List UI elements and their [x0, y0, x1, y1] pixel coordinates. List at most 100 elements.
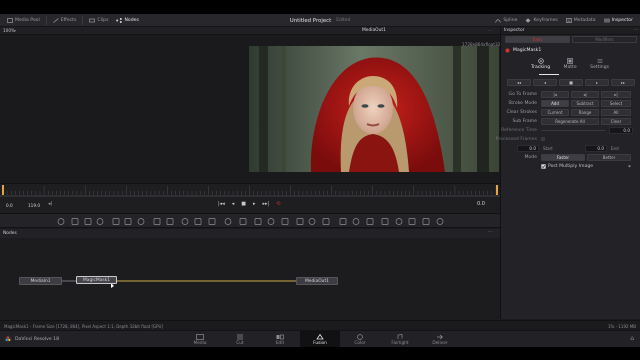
expand-icon[interactable]	[627, 164, 632, 169]
end-frame-field[interactable]: 119.0	[28, 202, 46, 209]
timeline-ruler[interactable]	[0, 183, 500, 195]
clear-sub-frame-button[interactable]: Clear	[601, 117, 631, 125]
fusion-tool-icon[interactable]	[296, 218, 304, 225]
play-reverse-icon[interactable]: ◂	[232, 201, 235, 207]
fusion-tool-icon[interactable]	[436, 218, 444, 225]
track-forward-end-button[interactable]: ▸▸	[611, 79, 635, 86]
play-icon[interactable]: ▸	[253, 201, 256, 207]
mode-better-button[interactable]: Better	[587, 153, 631, 161]
fusion-tool-icon[interactable]	[194, 218, 202, 225]
stroke-mode-select-button[interactable]: Select	[601, 99, 631, 107]
fusion-tool-icon[interactable]	[208, 218, 216, 225]
go-to-last-button[interactable]: ▸|	[601, 90, 631, 98]
fusion-tool-icon[interactable]	[239, 218, 247, 225]
nodes-options-icon[interactable]: ⋯	[488, 230, 493, 235]
reference-time-slider[interactable]	[541, 129, 605, 131]
tab-tools[interactable]: Tools	[505, 36, 570, 43]
fusion-tool-icon[interactable]	[166, 218, 174, 225]
premultiply-checkbox[interactable]	[541, 163, 546, 169]
regenerate-all-button[interactable]: Regenerate All	[541, 117, 599, 125]
fusion-tool-icon[interactable]	[422, 218, 430, 225]
out-point-marker[interactable]	[496, 185, 498, 195]
mode-faster-button[interactable]: Faster	[541, 153, 585, 161]
fusion-tool-icon[interactable]	[224, 218, 232, 225]
clips-button[interactable]: Clips	[85, 14, 112, 27]
clear-range-button[interactable]: Range	[571, 108, 599, 116]
viewer-image[interactable]	[249, 46, 499, 172]
fusion-tool-icon[interactable]	[181, 218, 189, 225]
fusion-tool-icon[interactable]	[137, 218, 145, 225]
fusion-tool-icon[interactable]	[153, 218, 161, 225]
fusion-tool-icon[interactable]	[112, 218, 120, 225]
spline-button[interactable]: Spline	[491, 14, 521, 27]
end-field[interactable]: 0.0	[585, 144, 607, 152]
stroke-mode-subtract-button[interactable]: Subtract	[571, 99, 599, 107]
node-media-in[interactable]: MediaIn1	[19, 277, 62, 285]
fusion-tool-icon[interactable]	[395, 218, 403, 225]
subtab-settings-label: Settings	[590, 65, 609, 70]
page-fusion[interactable]: Fusion	[300, 331, 340, 348]
clear-all-button[interactable]: All	[601, 108, 631, 116]
fusion-tool-icon[interactable]	[339, 218, 347, 225]
zoom-chevron-icon[interactable]: ▾	[14, 28, 16, 33]
go-to-start-icon[interactable]: |◂◂	[218, 201, 225, 207]
viewer-options-icon[interactable]: ⋯	[488, 28, 492, 33]
node-media-out[interactable]: MediaOut1	[296, 277, 338, 285]
fusion-tool-icon[interactable]	[71, 218, 79, 225]
track-stop-button[interactable]: ■	[559, 79, 583, 86]
fusion-tool-icon[interactable]	[57, 218, 65, 225]
track-backward-start-button[interactable]: ◂◂	[507, 79, 531, 86]
page-edit[interactable]: Edit	[260, 331, 300, 348]
cut-page-icon	[237, 334, 243, 339]
stroke-mode-add-button[interactable]: Add	[541, 99, 569, 107]
current-frame-field[interactable]: 0.0	[6, 202, 20, 209]
reference-time-field[interactable]: 0.0	[609, 126, 633, 134]
subtab-matte[interactable]: Matte	[564, 58, 577, 74]
fusion-tool-icon[interactable]	[352, 218, 360, 225]
fusion-tool-icon[interactable]	[366, 218, 374, 225]
track-forward-button[interactable]: ▸	[585, 79, 609, 86]
page-cut[interactable]: Cut	[220, 331, 260, 348]
tab-modifiers[interactable]: Modifiers	[572, 36, 637, 43]
page-media[interactable]: Media	[180, 331, 220, 348]
clear-current-button[interactable]: Current	[541, 108, 569, 116]
stop-icon[interactable]: ■	[241, 201, 246, 207]
keyframes-button[interactable]: Keyframes	[521, 14, 561, 27]
subtab-tracking-label: Tracking	[531, 65, 551, 70]
go-to-first-button[interactable]: |◂	[541, 90, 569, 98]
go-to-end-icon[interactable]: ▸▸|	[262, 201, 269, 207]
fusion-tool-icon[interactable]	[96, 218, 104, 225]
node-magic-mask[interactable]: MagicMask1	[76, 276, 117, 284]
inspector-button[interactable]: Inspector	[600, 14, 637, 27]
effects-button[interactable]: Effects	[49, 14, 81, 27]
inspector-options-icon[interactable]: ⋯	[633, 28, 638, 33]
node-editor[interactable]: MediaIn1 MagicMask1 MediaOut1	[0, 238, 500, 320]
fusion-tool-icon[interactable]	[408, 218, 416, 225]
fusion-tool-icon[interactable]	[322, 218, 330, 225]
fusion-tool-icon[interactable]	[281, 218, 289, 225]
start-field[interactable]: 0.0	[517, 144, 539, 152]
page-fairlight[interactable]: Fairlight	[380, 331, 420, 348]
page-deliver-label: Deliver	[432, 340, 448, 346]
go-to-prev-button[interactable]: ◂|	[571, 90, 599, 98]
fusion-tool-icon[interactable]	[267, 218, 275, 225]
playhead[interactable]	[2, 185, 4, 195]
fusion-tool-icon[interactable]	[381, 218, 389, 225]
page-color[interactable]: Color	[340, 331, 380, 348]
subtab-tracking[interactable]: Tracking	[531, 58, 550, 74]
page-deliver[interactable]: Deliver	[420, 331, 460, 348]
fusion-tool-icon[interactable]	[124, 218, 132, 225]
fusion-tool-icon[interactable]	[308, 218, 316, 225]
go-to-frame-row: Go To Frame |◂ ◂| ▸|	[501, 90, 640, 98]
nodes-button[interactable]: Nodes	[112, 14, 142, 27]
inspector-panel: Inspector ⋯ Tools Modifiers MagicMask1 T…	[496, 27, 640, 319]
loop-icon[interactable]: ⟲	[276, 201, 280, 207]
metadata-button[interactable]: Metadata	[562, 14, 600, 27]
home-icon[interactable]: ⌂	[630, 335, 634, 342]
fusion-tool-icon[interactable]	[84, 218, 92, 225]
subtab-settings[interactable]: Settings	[590, 58, 609, 74]
audio-icon[interactable]: ◂)	[48, 201, 52, 207]
fusion-tool-icon[interactable]	[254, 218, 262, 225]
track-backward-button[interactable]: ◂	[533, 79, 557, 86]
media-pool-button[interactable]: Media Pool	[3, 14, 44, 27]
